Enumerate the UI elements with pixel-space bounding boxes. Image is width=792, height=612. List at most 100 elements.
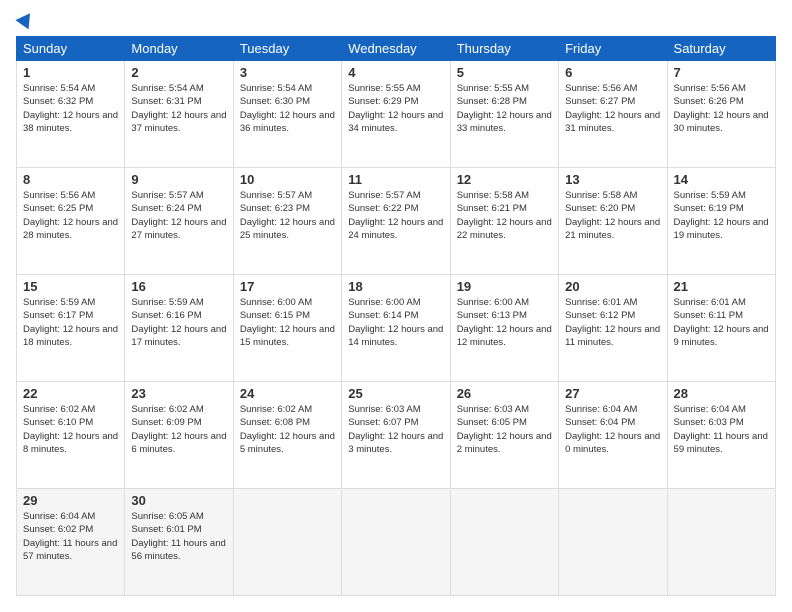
day-info: Sunrise: 6:03 AM Sunset: 6:05 PM Dayligh… bbox=[457, 403, 552, 456]
day-number: 1 bbox=[23, 65, 118, 80]
calendar-cell bbox=[342, 489, 450, 596]
calendar-cell: 8 Sunrise: 5:56 AM Sunset: 6:25 PM Dayli… bbox=[17, 168, 125, 275]
day-number: 7 bbox=[674, 65, 769, 80]
calendar-cell: 3 Sunrise: 5:54 AM Sunset: 6:30 PM Dayli… bbox=[233, 61, 341, 168]
day-info: Sunrise: 6:01 AM Sunset: 6:12 PM Dayligh… bbox=[565, 296, 660, 349]
calendar-cell: 12 Sunrise: 5:58 AM Sunset: 6:21 PM Dayl… bbox=[450, 168, 558, 275]
calendar-cell: 18 Sunrise: 6:00 AM Sunset: 6:14 PM Dayl… bbox=[342, 275, 450, 382]
day-number: 20 bbox=[565, 279, 660, 294]
calendar-cell: 15 Sunrise: 5:59 AM Sunset: 6:17 PM Dayl… bbox=[17, 275, 125, 382]
calendar-cell: 10 Sunrise: 5:57 AM Sunset: 6:23 PM Dayl… bbox=[233, 168, 341, 275]
day-number: 25 bbox=[348, 386, 443, 401]
calendar-cell bbox=[450, 489, 558, 596]
day-info: Sunrise: 6:01 AM Sunset: 6:11 PM Dayligh… bbox=[674, 296, 769, 349]
day-info: Sunrise: 6:02 AM Sunset: 6:10 PM Dayligh… bbox=[23, 403, 118, 456]
calendar-cell: 1 Sunrise: 5:54 AM Sunset: 6:32 PM Dayli… bbox=[17, 61, 125, 168]
calendar-cell: 24 Sunrise: 6:02 AM Sunset: 6:08 PM Dayl… bbox=[233, 382, 341, 489]
calendar-cell: 14 Sunrise: 5:59 AM Sunset: 6:19 PM Dayl… bbox=[667, 168, 775, 275]
logo-triangle-icon bbox=[15, 9, 36, 30]
day-number: 15 bbox=[23, 279, 118, 294]
calendar-cell: 7 Sunrise: 5:56 AM Sunset: 6:26 PM Dayli… bbox=[667, 61, 775, 168]
day-number: 14 bbox=[674, 172, 769, 187]
day-info: Sunrise: 5:56 AM Sunset: 6:25 PM Dayligh… bbox=[23, 189, 118, 242]
day-info: Sunrise: 5:54 AM Sunset: 6:32 PM Dayligh… bbox=[23, 82, 118, 135]
day-header-wednesday: Wednesday bbox=[342, 37, 450, 61]
calendar-table: SundayMondayTuesdayWednesdayThursdayFrid… bbox=[16, 36, 776, 596]
day-info: Sunrise: 5:59 AM Sunset: 6:16 PM Dayligh… bbox=[131, 296, 226, 349]
calendar-cell bbox=[667, 489, 775, 596]
calendar-cell: 5 Sunrise: 5:55 AM Sunset: 6:28 PM Dayli… bbox=[450, 61, 558, 168]
calendar-cell: 28 Sunrise: 6:04 AM Sunset: 6:03 PM Dayl… bbox=[667, 382, 775, 489]
day-number: 29 bbox=[23, 493, 118, 508]
day-info: Sunrise: 5:54 AM Sunset: 6:30 PM Dayligh… bbox=[240, 82, 335, 135]
day-number: 12 bbox=[457, 172, 552, 187]
calendar-cell: 21 Sunrise: 6:01 AM Sunset: 6:11 PM Dayl… bbox=[667, 275, 775, 382]
day-number: 19 bbox=[457, 279, 552, 294]
day-header-friday: Friday bbox=[559, 37, 667, 61]
day-info: Sunrise: 6:02 AM Sunset: 6:08 PM Dayligh… bbox=[240, 403, 335, 456]
calendar-week-4: 22 Sunrise: 6:02 AM Sunset: 6:10 PM Dayl… bbox=[17, 382, 776, 489]
logo-text bbox=[16, 16, 34, 26]
day-header-tuesday: Tuesday bbox=[233, 37, 341, 61]
calendar-cell: 19 Sunrise: 6:00 AM Sunset: 6:13 PM Dayl… bbox=[450, 275, 558, 382]
calendar-cell: 17 Sunrise: 6:00 AM Sunset: 6:15 PM Dayl… bbox=[233, 275, 341, 382]
day-number: 27 bbox=[565, 386, 660, 401]
day-info: Sunrise: 5:55 AM Sunset: 6:29 PM Dayligh… bbox=[348, 82, 443, 135]
day-number: 6 bbox=[565, 65, 660, 80]
day-number: 21 bbox=[674, 279, 769, 294]
day-info: Sunrise: 6:04 AM Sunset: 6:02 PM Dayligh… bbox=[23, 510, 118, 563]
day-info: Sunrise: 5:56 AM Sunset: 6:26 PM Dayligh… bbox=[674, 82, 769, 135]
day-info: Sunrise: 6:00 AM Sunset: 6:13 PM Dayligh… bbox=[457, 296, 552, 349]
day-number: 18 bbox=[348, 279, 443, 294]
day-info: Sunrise: 5:57 AM Sunset: 6:24 PM Dayligh… bbox=[131, 189, 226, 242]
day-number: 16 bbox=[131, 279, 226, 294]
day-header-saturday: Saturday bbox=[667, 37, 775, 61]
calendar-week-2: 8 Sunrise: 5:56 AM Sunset: 6:25 PM Dayli… bbox=[17, 168, 776, 275]
day-info: Sunrise: 5:54 AM Sunset: 6:31 PM Dayligh… bbox=[131, 82, 226, 135]
calendar-cell: 16 Sunrise: 5:59 AM Sunset: 6:16 PM Dayl… bbox=[125, 275, 233, 382]
day-number: 4 bbox=[348, 65, 443, 80]
day-number: 8 bbox=[23, 172, 118, 187]
day-info: Sunrise: 5:58 AM Sunset: 6:21 PM Dayligh… bbox=[457, 189, 552, 242]
day-info: Sunrise: 6:02 AM Sunset: 6:09 PM Dayligh… bbox=[131, 403, 226, 456]
day-header-sunday: Sunday bbox=[17, 37, 125, 61]
day-info: Sunrise: 6:04 AM Sunset: 6:04 PM Dayligh… bbox=[565, 403, 660, 456]
day-number: 5 bbox=[457, 65, 552, 80]
calendar-cell: 23 Sunrise: 6:02 AM Sunset: 6:09 PM Dayl… bbox=[125, 382, 233, 489]
calendar-page: SundayMondayTuesdayWednesdayThursdayFrid… bbox=[0, 0, 792, 612]
calendar-week-5: 29 Sunrise: 6:04 AM Sunset: 6:02 PM Dayl… bbox=[17, 489, 776, 596]
day-number: 24 bbox=[240, 386, 335, 401]
calendar-cell bbox=[233, 489, 341, 596]
day-info: Sunrise: 6:00 AM Sunset: 6:15 PM Dayligh… bbox=[240, 296, 335, 349]
calendar-cell bbox=[559, 489, 667, 596]
calendar-cell: 20 Sunrise: 6:01 AM Sunset: 6:12 PM Dayl… bbox=[559, 275, 667, 382]
day-info: Sunrise: 5:56 AM Sunset: 6:27 PM Dayligh… bbox=[565, 82, 660, 135]
calendar-cell: 29 Sunrise: 6:04 AM Sunset: 6:02 PM Dayl… bbox=[17, 489, 125, 596]
day-number: 28 bbox=[674, 386, 769, 401]
day-header-thursday: Thursday bbox=[450, 37, 558, 61]
calendar-cell: 26 Sunrise: 6:03 AM Sunset: 6:05 PM Dayl… bbox=[450, 382, 558, 489]
calendar-cell: 30 Sunrise: 6:05 AM Sunset: 6:01 PM Dayl… bbox=[125, 489, 233, 596]
day-header-monday: Monday bbox=[125, 37, 233, 61]
day-info: Sunrise: 6:04 AM Sunset: 6:03 PM Dayligh… bbox=[674, 403, 769, 456]
day-number: 13 bbox=[565, 172, 660, 187]
day-number: 10 bbox=[240, 172, 335, 187]
day-info: Sunrise: 5:59 AM Sunset: 6:17 PM Dayligh… bbox=[23, 296, 118, 349]
day-number: 2 bbox=[131, 65, 226, 80]
calendar-cell: 11 Sunrise: 5:57 AM Sunset: 6:22 PM Dayl… bbox=[342, 168, 450, 275]
day-info: Sunrise: 5:57 AM Sunset: 6:23 PM Dayligh… bbox=[240, 189, 335, 242]
calendar-cell: 9 Sunrise: 5:57 AM Sunset: 6:24 PM Dayli… bbox=[125, 168, 233, 275]
day-number: 22 bbox=[23, 386, 118, 401]
day-number: 11 bbox=[348, 172, 443, 187]
day-number: 26 bbox=[457, 386, 552, 401]
calendar-cell: 4 Sunrise: 5:55 AM Sunset: 6:29 PM Dayli… bbox=[342, 61, 450, 168]
calendar-cell: 2 Sunrise: 5:54 AM Sunset: 6:31 PM Dayli… bbox=[125, 61, 233, 168]
day-number: 17 bbox=[240, 279, 335, 294]
calendar-week-1: 1 Sunrise: 5:54 AM Sunset: 6:32 PM Dayli… bbox=[17, 61, 776, 168]
day-info: Sunrise: 6:05 AM Sunset: 6:01 PM Dayligh… bbox=[131, 510, 226, 563]
calendar-week-3: 15 Sunrise: 5:59 AM Sunset: 6:17 PM Dayl… bbox=[17, 275, 776, 382]
day-number: 9 bbox=[131, 172, 226, 187]
day-info: Sunrise: 6:03 AM Sunset: 6:07 PM Dayligh… bbox=[348, 403, 443, 456]
calendar-cell: 6 Sunrise: 5:56 AM Sunset: 6:27 PM Dayli… bbox=[559, 61, 667, 168]
calendar-cell: 22 Sunrise: 6:02 AM Sunset: 6:10 PM Dayl… bbox=[17, 382, 125, 489]
